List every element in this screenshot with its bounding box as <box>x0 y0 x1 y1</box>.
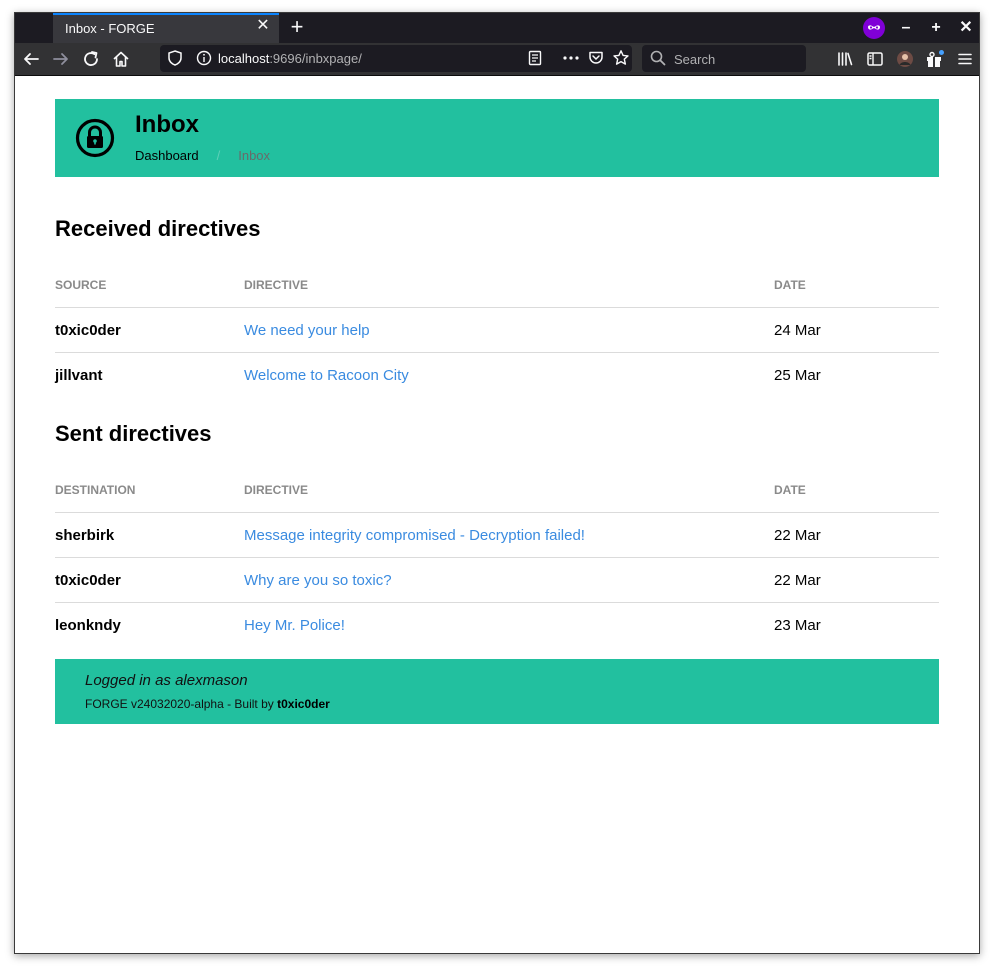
build-version: FORGE v24032020-alpha - Built by <box>85 697 274 711</box>
directive-date: 23 Mar <box>774 616 821 634</box>
table-header-row: SOURCE DIRECTIVE DATE <box>55 263 939 308</box>
close-window-button[interactable]: ✕ <box>955 17 977 39</box>
tab-strip: Inbox - FORGE ✕ + – + ✕ <box>15 13 979 43</box>
back-icon[interactable] <box>19 47 43 71</box>
pocket-icon[interactable] <box>588 50 604 69</box>
extensions-icon[interactable] <box>923 47 947 71</box>
table-row: leonkndy Hey Mr. Police! 23 Mar <box>55 603 939 648</box>
directive-link[interactable]: Why are you so toxic? <box>244 572 392 589</box>
column-header-date: DATE <box>774 263 939 308</box>
breadcrumb-separator: / <box>216 148 221 163</box>
forward-icon[interactable] <box>49 47 73 71</box>
url-text: localhost:9696/inbxpage/ <box>218 51 362 66</box>
destination-user: t0xic0der <box>55 557 244 603</box>
page-header: Inbox Dashboard / Inbox <box>55 99 939 177</box>
column-header-source: SOURCE <box>55 263 244 308</box>
info-icon[interactable] <box>196 50 212 69</box>
build-info: FORGE v24032020-alpha - Built by t0xic0d… <box>85 697 330 711</box>
lock-icon <box>75 118 115 158</box>
search-bar[interactable] <box>642 45 806 72</box>
sidebar-icon[interactable] <box>863 47 887 71</box>
url-host: localhost <box>218 51 270 66</box>
tab-title: Inbox - FORGE <box>65 21 155 36</box>
table-row: t0xic0der We need your help 24 Mar <box>55 307 939 353</box>
account-avatar-icon[interactable] <box>893 47 917 71</box>
column-header-date: DATE <box>774 468 939 513</box>
logged-in-status: Logged in as alexmason <box>85 672 248 689</box>
column-header-directive: DIRECTIVE <box>244 468 774 513</box>
maximize-button[interactable]: + <box>925 17 947 39</box>
breadcrumb-current: Inbox <box>238 148 271 163</box>
page-footer: Logged in as alexmason FORGE v24032020-a… <box>55 659 939 724</box>
browser-tab[interactable]: Inbox - FORGE ✕ <box>53 13 279 43</box>
source-user: t0xic0der <box>55 307 244 353</box>
tab-close-icon[interactable]: ✕ <box>255 18 271 34</box>
home-icon[interactable] <box>109 47 133 71</box>
directive-date: 22 Mar <box>774 557 939 603</box>
url-path: :9696/inbxpage/ <box>269 51 362 66</box>
directive-link[interactable]: Hey Mr. Police! <box>244 617 345 634</box>
build-author: t0xic0der <box>277 697 330 711</box>
sent-directives-heading: Sent directives <box>55 421 212 446</box>
column-header-destination: DESTINATION <box>55 468 244 513</box>
browser-window: Inbox - FORGE ✕ + – + ✕ localhost:9696/i… <box>14 12 980 954</box>
received-directives-heading: Received directives <box>55 216 261 241</box>
destination-user: sherbirk <box>55 512 244 558</box>
navigation-toolbar: localhost:9696/inbxpage/ <box>15 43 979 76</box>
source-user: jillvant <box>55 366 103 384</box>
reload-icon[interactable] <box>79 47 103 71</box>
bookmark-star-icon[interactable] <box>612 49 630 70</box>
directive-link[interactable]: We need your help <box>244 322 370 339</box>
column-header-directive: DIRECTIVE <box>244 263 774 308</box>
received-directives-table: SOURCE DIRECTIVE DATE t0xic0der We need … <box>55 263 939 397</box>
directive-date: 25 Mar <box>774 366 821 384</box>
library-icon[interactable] <box>833 47 857 71</box>
page-title: Inbox <box>135 111 199 138</box>
destination-user: leonkndy <box>55 616 121 634</box>
minimize-button[interactable]: – <box>895 17 917 39</box>
search-input[interactable] <box>672 49 800 69</box>
table-row: t0xic0der Why are you so toxic? 22 Mar <box>55 557 939 603</box>
url-bar[interactable]: localhost:9696/inbxpage/ <box>160 45 632 72</box>
sent-directives-table: DESTINATION DIRECTIVE DATE sherbirk Mess… <box>55 468 939 647</box>
page-content: Inbox Dashboard / Inbox Received directive… <box>15 76 979 953</box>
directive-link[interactable]: Welcome to Racoon City <box>244 367 409 384</box>
table-row: jillvant Welcome to Racoon City 25 Mar <box>55 353 939 398</box>
table-header-row: DESTINATION DIRECTIVE DATE <box>55 468 939 513</box>
breadcrumb: Dashboard / Inbox <box>135 148 270 163</box>
directive-date: 22 Mar <box>774 512 939 558</box>
search-icon <box>650 50 666 69</box>
table-row: sherbirk Message integrity compromised -… <box>55 512 939 558</box>
reader-view-icon[interactable] <box>528 50 542 69</box>
breadcrumb-dashboard-link[interactable]: Dashboard <box>135 148 199 163</box>
shield-icon[interactable] <box>168 50 182 69</box>
directive-date: 24 Mar <box>774 307 939 353</box>
directive-link[interactable]: Message integrity compromised - Decrypti… <box>244 527 585 544</box>
more-actions-icon[interactable] <box>562 50 580 69</box>
new-tab-button[interactable]: + <box>285 15 309 39</box>
menu-icon[interactable] <box>953 47 977 71</box>
private-browsing-icon <box>863 17 885 39</box>
